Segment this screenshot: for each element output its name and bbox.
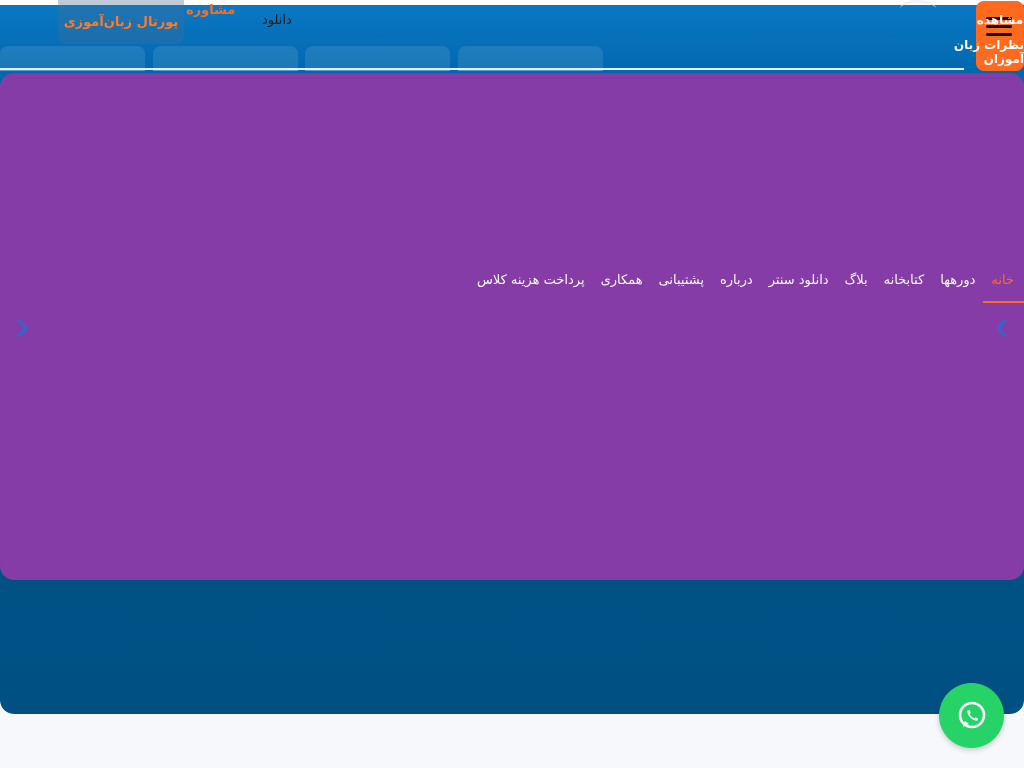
nav-item-class-payment[interactable]: پرداخت هزینه کلاس bbox=[477, 273, 585, 288]
nav-item-download-center[interactable]: دانلود سنتر bbox=[769, 273, 829, 288]
nav-item-blog[interactable]: بلاگ bbox=[845, 273, 868, 288]
consultation-link[interactable]: مشاوره bbox=[186, 3, 235, 18]
nav-item-library[interactable]: کتابخانه bbox=[884, 273, 925, 288]
logo-icon bbox=[900, 0, 936, 17]
whatsapp-button[interactable] bbox=[939, 683, 1004, 748]
view-label: مشاهده bbox=[976, 13, 1024, 27]
nav-item-home[interactable]: خانه bbox=[983, 273, 1024, 303]
nav-item-cooperation[interactable]: همکاری bbox=[601, 273, 643, 288]
language-portal-label: پورتال زبان‌آموزی bbox=[63, 14, 179, 30]
language-portal-button[interactable]: پورتال زبان‌آموزی bbox=[58, 0, 184, 44]
main-navigation: خانه دورهها کتابخانه بلاگ دانلود سنتر در… bbox=[477, 273, 1024, 303]
nav-item-support[interactable]: پشتیبانی bbox=[659, 273, 704, 288]
menu-overlay: خانه دورهها کتابخانه بلاگ دانلود سنتر در… bbox=[0, 73, 1024, 580]
header-divider bbox=[0, 68, 964, 70]
chevron-left-icon[interactable] bbox=[992, 318, 1012, 338]
chevron-right-icon[interactable] bbox=[12, 318, 32, 338]
nav-item-courses[interactable]: دورهها bbox=[940, 273, 975, 288]
whatsapp-icon bbox=[958, 701, 985, 728]
download-link[interactable]: دانلود bbox=[262, 13, 292, 28]
student-reviews-link[interactable]: نظرات زبان آموزان bbox=[920, 38, 1024, 66]
nav-item-about[interactable]: درباره bbox=[720, 273, 753, 288]
